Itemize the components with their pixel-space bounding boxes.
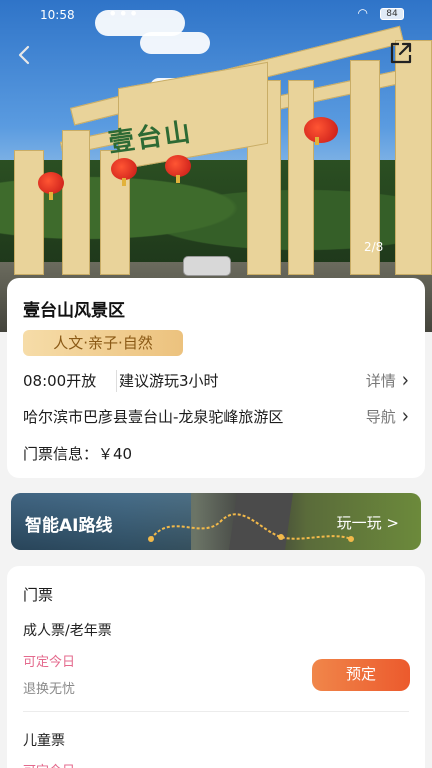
ticket-availability: 可定今日: [23, 760, 75, 768]
hours-row: 08:00开放 建议游玩3小时 详情 ›: [23, 367, 409, 394]
book-button[interactable]: 预定: [312, 659, 410, 691]
battery-icon: 84: [380, 8, 404, 20]
gate-pillar: [395, 40, 432, 275]
scenic-info-card: 壹台山风景区 人文·亲子·自然 08:00开放 建议游玩3小时 详情 › 哈尔滨市…: [7, 278, 425, 478]
ticket-availability: 可定今日: [23, 655, 76, 670]
open-time: 08:00开放: [23, 372, 97, 390]
ticket-name: 儿童票: [23, 733, 65, 749]
red-lantern: [111, 158, 137, 186]
tickets-heading: 门票: [23, 586, 54, 604]
ai-route-banner[interactable]: 智能AI路线 玩一玩 >: [11, 493, 421, 550]
status-time: 10:58: [40, 8, 75, 22]
play-button[interactable]: 玩一玩 >: [337, 512, 399, 533]
red-lantern: [38, 172, 64, 200]
cloud: [140, 32, 210, 54]
gate-pillar: [62, 130, 90, 275]
chevron-right-icon: ›: [401, 367, 409, 394]
divider: [23, 711, 409, 712]
address-row: 哈尔滨市巴彦县壹台山-龙泉驼峰旅游区 导航 ›: [23, 403, 409, 430]
red-lantern: [165, 155, 191, 183]
wifi-icon: ◠: [357, 6, 368, 20]
ticket-name: 成人票/老年票: [23, 623, 112, 639]
status-bar: 10:58 ••• ◠ 84: [0, 0, 432, 30]
red-lantern: [304, 117, 338, 145]
suggested-duration: 建议游玩3小时: [119, 372, 219, 390]
navigate-label: 导航: [365, 408, 396, 426]
details-link[interactable]: 详情 ›: [365, 367, 409, 394]
tag-badge: 人文·亲子·自然: [23, 330, 183, 356]
back-button[interactable]: [10, 40, 40, 70]
ai-route-title: 智能AI路线: [25, 516, 113, 536]
ticket-info-row: 门票信息：￥40: [23, 443, 409, 467]
tickets-section: 门票 成人票/老年票 可定今日 退换无忧 预定 儿童票 可定今日: [7, 566, 425, 768]
address-text: 哈尔滨市巴彦县壹台山-龙泉驼峰旅游区: [23, 408, 284, 426]
chevron-left-icon: [18, 45, 30, 65]
route-path-icon: [148, 513, 354, 542]
photo-counter: 2/8: [364, 240, 384, 254]
page-title: 壹台山风景区: [23, 301, 125, 321]
chevron-right-icon: ›: [401, 403, 409, 430]
more-dots-icon: •••: [108, 4, 140, 23]
share-button[interactable]: [386, 38, 416, 68]
car: [183, 256, 231, 276]
gate-pillar: [288, 80, 314, 275]
details-label: 详情: [365, 372, 396, 390]
divider: [116, 370, 117, 392]
share-icon: [390, 42, 412, 64]
ticket-refund-policy: 退换无忧: [23, 682, 76, 697]
navigate-link[interactable]: 导航 ›: [365, 403, 409, 430]
gate-pillar: [14, 150, 44, 275]
ticket-price: 门票信息：￥40: [23, 445, 133, 463]
